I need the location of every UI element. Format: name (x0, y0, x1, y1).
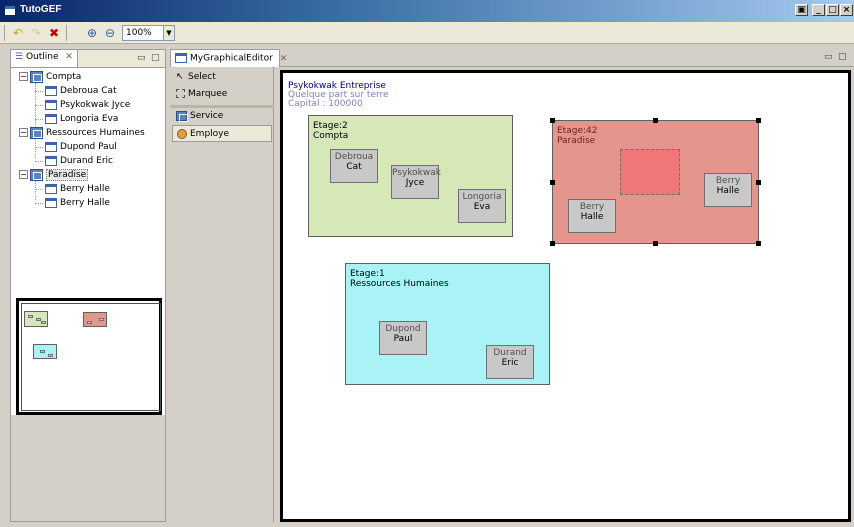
drag-feedback (620, 149, 680, 195)
service-icon (30, 126, 43, 139)
employe-icon (45, 85, 57, 96)
zoom-combo[interactable]: 100% (122, 25, 164, 41)
zoom-in-icon[interactable]: ⊕ (84, 25, 100, 41)
employe-box[interactable]: Berry Halle (704, 173, 752, 207)
title-bar: TutoGEF ▣ _ □ × (0, 0, 854, 22)
employe-icon (177, 128, 187, 139)
tree-employe[interactable]: Debroua Cat (45, 84, 117, 98)
selection-handle[interactable] (756, 180, 761, 185)
app-icon (4, 5, 16, 16)
marquee-icon (176, 89, 185, 98)
employe-icon (45, 155, 57, 166)
close-button[interactable]: × (840, 4, 853, 16)
selection-handle[interactable] (550, 118, 555, 123)
outline-view: ☰ Outline ✕ ▭ □ − Compta Debroua Cat Psyk… (10, 49, 166, 522)
tree-service-ressources-humaines[interactable]: − Ressources Humaines (19, 126, 145, 140)
selection-handle[interactable] (653, 241, 658, 246)
palette: ↖ Select Marquee Service Employe (170, 67, 274, 522)
employe-box[interactable]: Durand Eric (486, 345, 534, 379)
service-ressources-humaines[interactable]: Etage:1 Ressources Humaines Dupond Paul … (345, 263, 550, 385)
minimize-button[interactable]: _ (812, 4, 825, 16)
employe-icon (45, 183, 57, 194)
collapse-icon[interactable]: − (19, 72, 28, 81)
employe-icon (45, 141, 57, 152)
outline-thumbnail[interactable] (16, 298, 162, 415)
maximize-button[interactable]: □ (826, 4, 839, 16)
service-compta[interactable]: Etage:2 Compta Debroua Cat Psykokwak Jyc… (308, 115, 513, 237)
tree-service-paradise[interactable]: − Paradise (19, 168, 89, 182)
palette-select-tool[interactable]: ↖ Select (172, 69, 272, 86)
delete-icon[interactable]: ✖ (46, 25, 62, 41)
collapse-icon[interactable]: − (19, 170, 28, 179)
close-icon[interactable]: ✕ (65, 52, 73, 62)
selection-handle[interactable] (756, 118, 761, 123)
minimize-view-icon[interactable]: ▭ (137, 53, 146, 63)
diagram-canvas[interactable]: Psykokwak Entreprise Quelque part sur te… (280, 70, 851, 522)
restore-icon[interactable]: ▣ (795, 4, 808, 16)
tree-employe[interactable]: Psykokwak Jyce (45, 98, 130, 112)
arrow-icon: ↖ (176, 72, 184, 82)
service-icon (176, 110, 188, 122)
service-paradise[interactable]: Etage:42 Paradise Berry Halle Berry Hall… (552, 120, 759, 244)
tree-employe[interactable]: Durand Eric (45, 154, 113, 168)
selection-handle[interactable] (550, 241, 555, 246)
window-title: TutoGEF (20, 4, 62, 15)
main-toolbar: ↶ ↷ ✖ ⊕ ⊖ 100% ▼ (0, 22, 854, 44)
redo-icon[interactable]: ↷ (28, 25, 44, 41)
employe-icon (45, 113, 57, 124)
minimize-view-icon[interactable]: ▭ (824, 52, 833, 62)
maximize-view-icon[interactable]: □ (838, 52, 847, 62)
tree-employe[interactable]: Berry Halle (45, 182, 110, 196)
entreprise-capital: Capital : 100000 (288, 99, 363, 109)
employe-box[interactable]: Berry Halle (568, 199, 616, 233)
undo-icon[interactable]: ↶ (10, 25, 26, 41)
employe-icon (45, 197, 57, 208)
collapse-icon[interactable]: − (19, 128, 28, 137)
tree-employe[interactable]: Berry Halle (45, 196, 110, 210)
zoom-out-icon[interactable]: ⊖ (102, 25, 118, 41)
employe-box[interactable]: Longoria Eva (458, 189, 506, 223)
tab-mygraphicaleditor[interactable]: MyGraphicalEditor ✕ (170, 49, 287, 67)
outline-icon: ☰ (15, 52, 24, 62)
tree-employe[interactable]: Longoria Eva (45, 112, 118, 126)
service-icon (30, 70, 43, 83)
employe-icon (45, 99, 57, 110)
palette-employe-tool[interactable]: Employe (172, 125, 272, 142)
tree-employe[interactable]: Dupond Paul (45, 140, 117, 154)
tree-service-compta[interactable]: − Compta (19, 70, 81, 84)
palette-marquee-tool[interactable]: Marquee (172, 86, 272, 103)
chevron-down-icon[interactable]: ▼ (164, 25, 175, 41)
employe-box[interactable]: Debroua Cat (330, 149, 378, 183)
close-icon[interactable]: ✕ (280, 54, 288, 64)
employe-box[interactable]: Dupond Paul (379, 321, 427, 355)
service-icon (30, 168, 43, 181)
tab-outline[interactable]: ☰ Outline ✕ (11, 50, 78, 67)
palette-service-tool[interactable]: Service (172, 108, 272, 125)
selection-handle[interactable] (653, 118, 658, 123)
selection-handle[interactable] (756, 241, 761, 246)
selection-handle[interactable] (550, 180, 555, 185)
outline-header: ☰ Outline ✕ ▭ □ (11, 50, 165, 68)
employe-box[interactable]: Psykokwak Jyce (391, 165, 441, 199)
maximize-view-icon[interactable]: □ (151, 53, 160, 63)
thumb-viewport[interactable] (21, 303, 161, 411)
editor-icon (175, 53, 187, 63)
